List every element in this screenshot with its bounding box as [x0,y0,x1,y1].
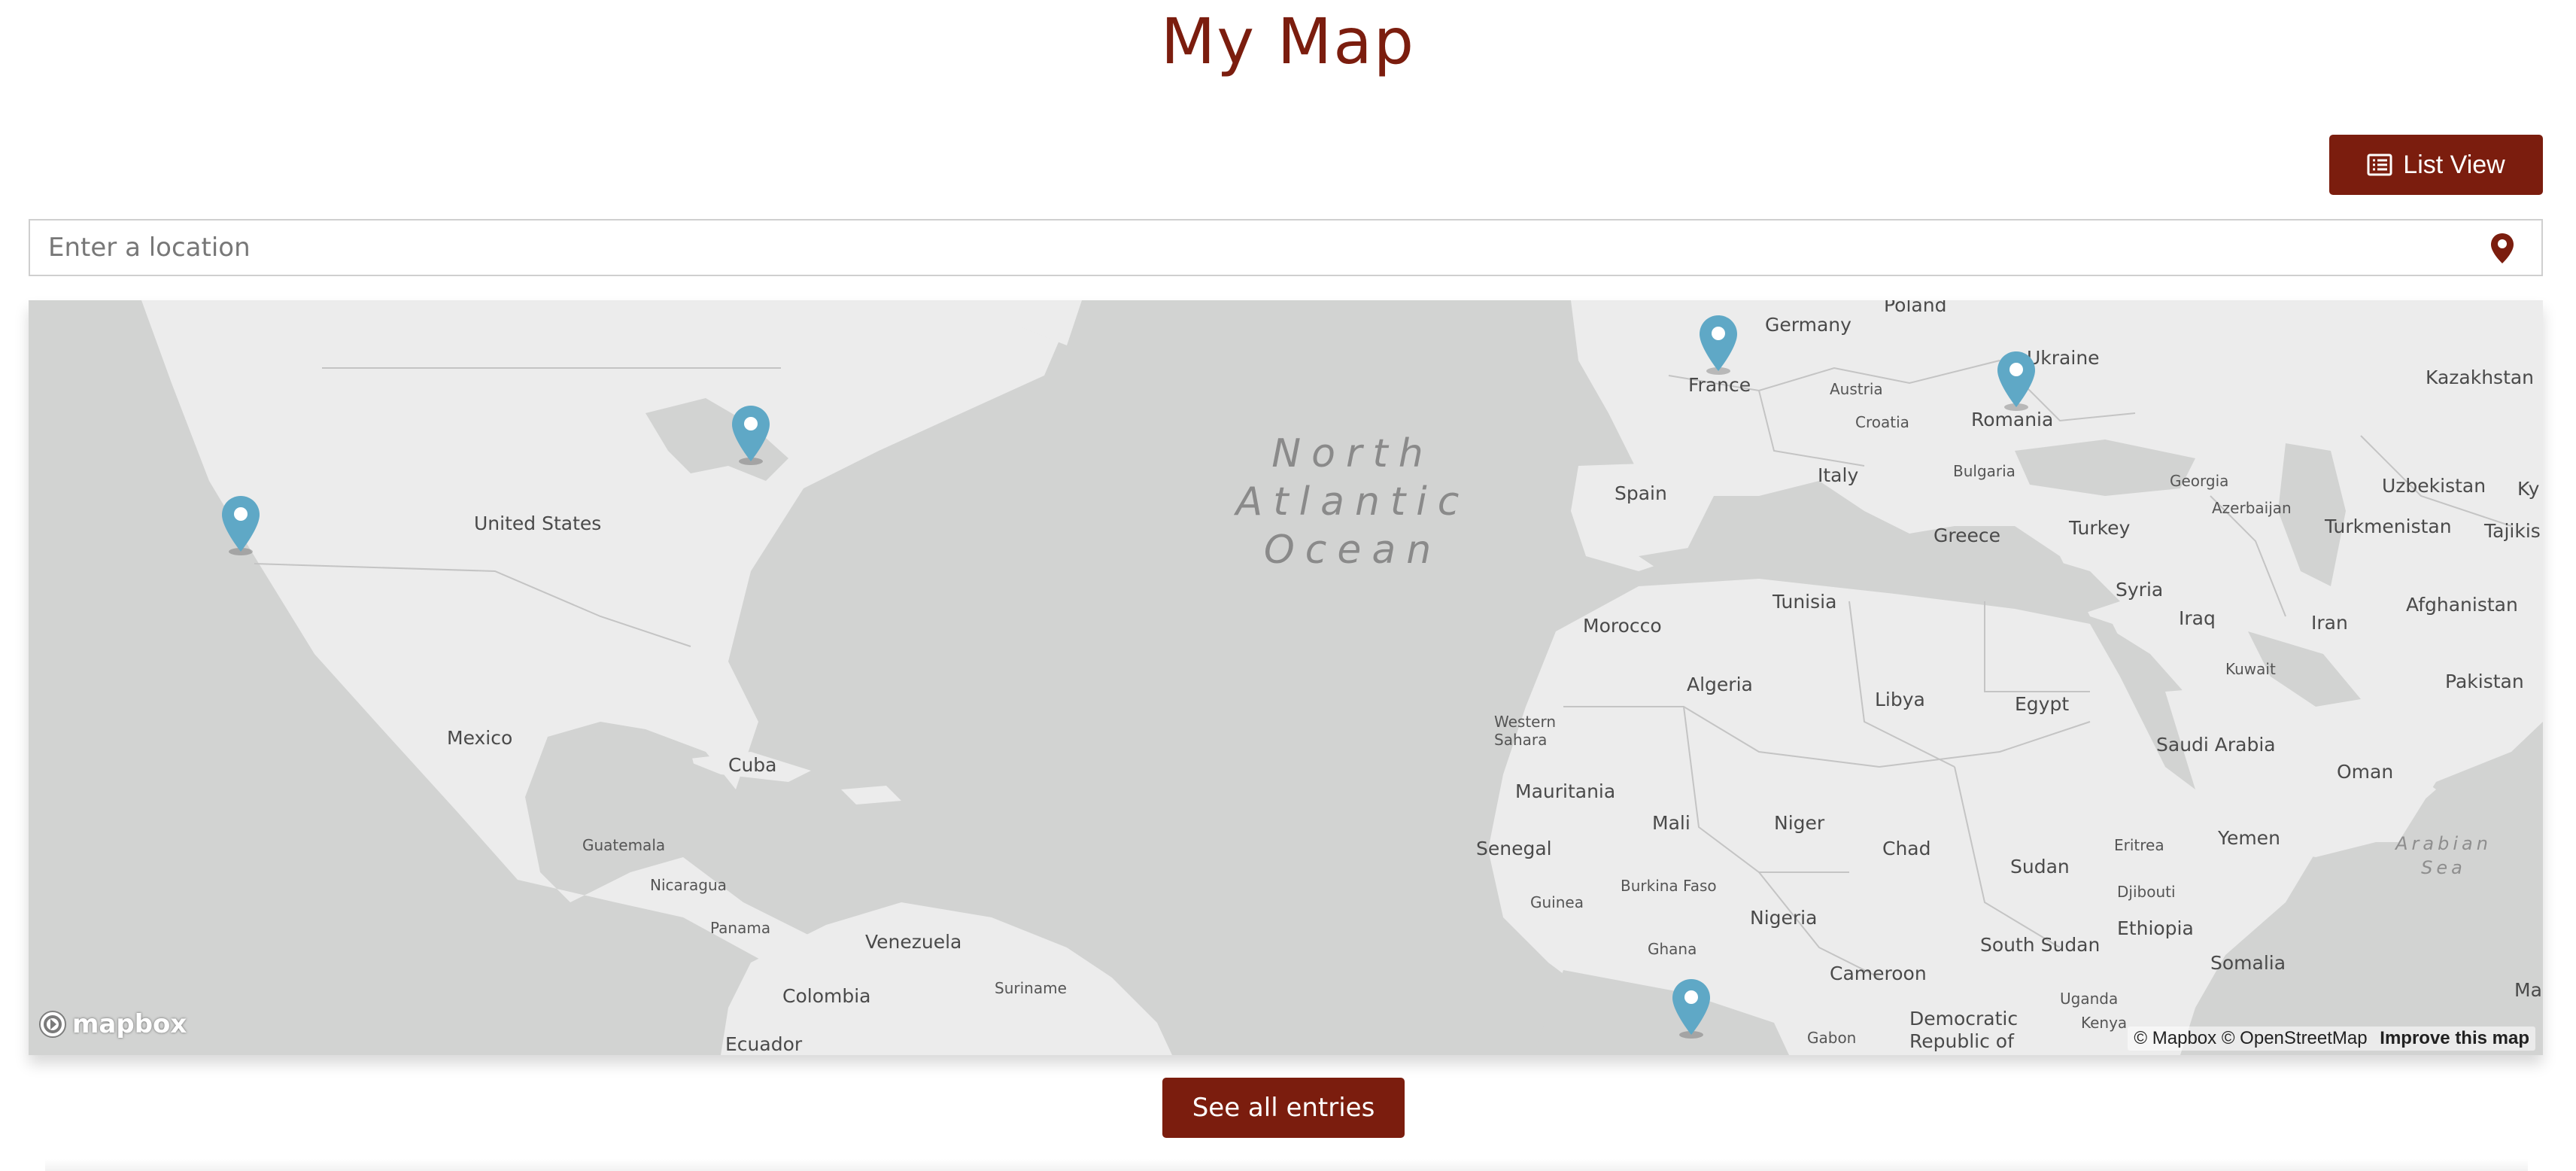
label-democratic-republic-of-congo: Democratic Republic of [1909,1008,2019,1052]
label-somalia: Somalia [2210,952,2286,974]
label-morocco: Morocco [1583,615,1662,637]
label-pakistan: Pakistan [2445,671,2524,692]
label-ghana: Ghana [1648,940,1697,958]
label-arabian-sea: Arabian Sea [2395,833,2492,878]
improve-map-link[interactable]: Improve this map [2380,1028,2529,1048]
label-nicaragua: Nicaragua [650,876,727,894]
label-egypt: Egypt [2015,693,2070,715]
map-basemap [29,300,2543,1055]
label-bulgaria: Bulgaria [1953,462,2016,480]
label-western-sahara: Western Sahara [1494,713,1557,749]
label-spain: Spain [1615,482,1667,504]
label-georgia: Georgia [2170,472,2229,490]
see-all-entries-button[interactable]: See all entries [1162,1078,1405,1138]
label-suriname: Suriname [995,979,1067,997]
label-venezuela: Venezuela [865,931,962,953]
label-austria: Austria [1830,380,1883,398]
label-cameroon: Cameroon [1830,963,1927,984]
mapbox-logo-text: mapbox [72,1009,187,1039]
label-colombia: Colombia [782,985,871,1007]
label-ukraine: Ukraine [2027,347,2100,369]
label-ma: Ma [2514,979,2542,1001]
label-chad: Chad [1882,838,1931,859]
label-poland: Poland [1884,300,1947,316]
osm-attribution-link[interactable]: © OpenStreetMap [2222,1028,2368,1048]
label-uganda: Uganda [2060,990,2119,1008]
label-united-states: United States [474,513,602,534]
label-nigeria: Nigeria [1750,907,1818,929]
marker-gulf-of-guinea[interactable] [1670,978,1712,1041]
marker-ukraine[interactable] [1995,350,2037,413]
label-tunisia: Tunisia [1773,591,1837,613]
label-ecuador: Ecuador [725,1033,803,1055]
label-gabon: Gabon [1807,1029,1857,1047]
label-kenya: Kenya [2081,1014,2128,1032]
label-panama: Panama [710,919,771,937]
mapbox-logo[interactable]: mapbox [38,1009,187,1039]
label-afghanistan: Afghanistan [2406,594,2518,616]
label-algeria: Algeria [1687,674,1753,695]
mapbox-attribution-link[interactable]: © Mapbox [2134,1028,2216,1048]
list-view-label: List View [2403,150,2505,179]
page-title: My Map [1160,5,1416,78]
mapbox-icon [39,1011,66,1038]
label-senegal: Senegal [1476,838,1552,859]
label-mali: Mali [1652,812,1690,834]
label-italy: Italy [1818,464,1859,486]
label-sudan: Sudan [2010,856,2070,877]
label-yemen: Yemen [2218,827,2280,849]
label-guatemala: Guatemala [582,836,666,854]
map-canvas[interactable]: United States Mexico Cuba Guatemala Nica… [29,300,2543,1055]
label-cuba: Cuba [728,754,777,776]
label-mexico: Mexico [447,727,513,749]
list-icon [2367,154,2392,176]
label-niger: Niger [1774,812,1825,834]
label-south-sudan: South Sudan [1980,934,2101,956]
map-pin-icon[interactable] [2490,233,2514,267]
label-tajikistan: Tajikis [2484,520,2541,542]
label-oman: Oman [2337,761,2394,783]
label-iraq: Iraq [2179,607,2216,629]
label-azerbaijan: Azerbaijan [2212,499,2292,517]
label-eritrea: Eritrea [2114,836,2164,854]
label-turkmenistan: Turkmenistan [2325,516,2452,537]
location-search-input[interactable] [30,221,2541,275]
location-search [29,219,2543,276]
marker-paris[interactable] [1697,314,1739,377]
label-turkey: Turkey [2069,517,2131,539]
label-greece: Greece [1934,525,2000,546]
label-uzbekistan: Uzbekistan [2382,475,2486,497]
label-libya: Libya [1875,689,1925,710]
marker-toronto[interactable] [730,404,772,467]
label-syria: Syria [2116,579,2164,601]
label-kazakhstan: Kazakhstan [2426,367,2535,388]
bottom-divider [45,1159,2528,1171]
label-saudi-arabia: Saudi Arabia [2156,734,2276,756]
label-ethiopia: Ethiopia [2117,917,2194,939]
label-ky: Ky [2517,478,2540,500]
marker-california[interactable] [220,494,262,558]
label-croatia: Croatia [1855,413,1909,431]
list-view-button[interactable]: List View [2329,135,2543,195]
label-france: France [1688,374,1751,396]
label-iran: Iran [2311,612,2348,634]
label-kuwait: Kuwait [2225,660,2276,678]
label-north-atlantic-ocean: North Atlantic Ocean [1235,431,1470,573]
label-burkina-faso: Burkina Faso [1621,877,1717,895]
label-germany: Germany [1765,314,1852,336]
label-guinea: Guinea [1530,893,1584,911]
label-djibouti: Djibouti [2117,883,2176,901]
label-mauritania: Mauritania [1515,780,1616,802]
map-attribution: © Mapbox © OpenStreetMap Improve this ma… [2128,1027,2535,1051]
